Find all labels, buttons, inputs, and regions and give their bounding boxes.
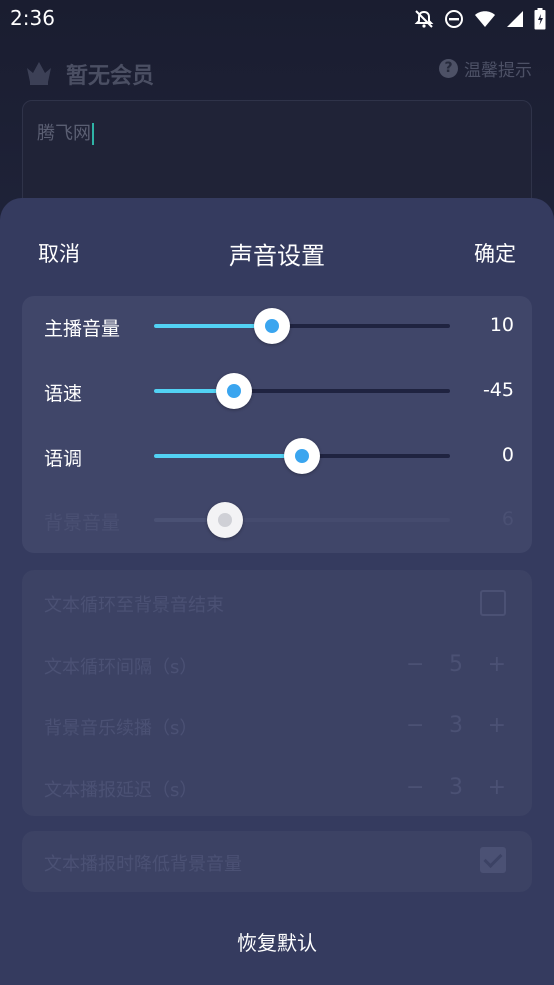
bg-continue-label: 背景音乐续播（s） bbox=[44, 718, 198, 739]
status-time: 2:36 bbox=[10, 6, 55, 30]
bg-continue-stepper: − 3 + bbox=[406, 713, 506, 739]
decrement-button[interactable]: − bbox=[406, 652, 424, 678]
slider-thumb[interactable] bbox=[215, 373, 252, 409]
slider-thumb[interactable] bbox=[284, 438, 320, 474]
lower-bg-label: 文本播报时降低背景音量 bbox=[44, 854, 242, 875]
bell-off-icon bbox=[414, 9, 434, 33]
loop-interval-row: 文本循环间隔（s） − 5 + bbox=[22, 640, 532, 690]
slider-row-anchor-volume: 主播音量 10 bbox=[22, 301, 532, 351]
do-not-disturb-icon bbox=[444, 9, 464, 33]
increment-button[interactable]: + bbox=[488, 652, 506, 678]
text-input-text: 腾飞网 bbox=[37, 123, 91, 144]
tips-link[interactable]: ? 温馨提示 bbox=[439, 56, 532, 81]
sound-settings-sheet: 取消 声音设置 确定 主播音量 10 语速 -45 语调 0 背景音量 6 文本… bbox=[0, 198, 554, 985]
sheet-header: 取消 声音设置 确定 bbox=[0, 198, 554, 298]
increment-button[interactable]: + bbox=[488, 713, 506, 739]
slider-thumb[interactable] bbox=[254, 308, 291, 344]
stepper-value: 5 bbox=[449, 652, 463, 677]
status-bar: 2:36 bbox=[0, 0, 554, 38]
slider-value: 6 bbox=[501, 508, 514, 530]
signal-icon bbox=[506, 10, 524, 32]
slider-fill bbox=[154, 454, 302, 458]
slider-value: 0 bbox=[501, 444, 514, 466]
member-status-title: 暂无会员 bbox=[66, 64, 155, 89]
restore-default-button[interactable]: 恢复默认 bbox=[0, 927, 554, 956]
help-icon: ? bbox=[439, 59, 458, 78]
crown-icon bbox=[24, 58, 54, 86]
loop-interval-label: 文本循环间隔（s） bbox=[44, 657, 198, 678]
battery-icon bbox=[534, 8, 546, 34]
lower-bg-checkbox[interactable] bbox=[480, 847, 506, 873]
slider-card: 主播音量 10 语速 -45 语调 0 背景音量 6 bbox=[22, 296, 532, 553]
stepper-value: 3 bbox=[449, 775, 463, 800]
slider-row-pitch: 语调 0 bbox=[22, 431, 532, 481]
slider-label: 背景音量 bbox=[44, 512, 121, 534]
top-bar: 暂无会员 ? 温馨提示 bbox=[0, 52, 554, 92]
slider-row-speed: 语速 -45 bbox=[22, 366, 532, 416]
lower-bg-card: 文本播报时降低背景音量 bbox=[22, 831, 532, 892]
decrement-button[interactable]: − bbox=[406, 713, 424, 739]
slider-label: 主播音量 bbox=[44, 318, 121, 340]
delay-row: 文本播报延迟（s） − 3 + bbox=[22, 763, 532, 813]
delay-stepper: − 3 + bbox=[406, 775, 506, 801]
anchor-volume-slider[interactable] bbox=[154, 308, 450, 344]
pitch-slider[interactable] bbox=[154, 438, 450, 474]
slider-row-background-volume: 背景音量 6 bbox=[22, 495, 532, 545]
slider-value: 10 bbox=[489, 314, 514, 336]
confirm-button[interactable]: 确定 bbox=[474, 238, 516, 268]
loop-options-card: 文本循环至背景音结束 文本循环间隔（s） − 5 + 背景音乐续播（s） − 3… bbox=[22, 570, 532, 816]
wifi-icon bbox=[474, 10, 496, 32]
tips-label: 温馨提示 bbox=[464, 61, 532, 81]
loop-interval-stepper: − 5 + bbox=[406, 652, 506, 678]
status-icons bbox=[414, 8, 546, 34]
sheet-title: 声音设置 bbox=[229, 242, 325, 270]
stepper-value: 3 bbox=[449, 713, 463, 738]
slider-value: -45 bbox=[482, 379, 514, 401]
delay-label: 文本播报延迟（s） bbox=[44, 780, 198, 801]
loop-to-end-row: 文本循环至背景音结束 bbox=[22, 578, 532, 628]
text-input-value: 腾飞网 bbox=[37, 119, 94, 145]
bg-continue-row: 背景音乐续播（s） − 3 + bbox=[22, 701, 532, 751]
loop-to-end-checkbox[interactable] bbox=[480, 590, 506, 616]
background-volume-slider[interactable] bbox=[154, 502, 450, 538]
speed-slider[interactable] bbox=[154, 373, 450, 409]
decrement-button[interactable]: − bbox=[406, 775, 424, 801]
slider-label: 语调 bbox=[44, 448, 83, 470]
text-caret bbox=[92, 123, 94, 145]
increment-button[interactable]: + bbox=[488, 775, 506, 801]
slider-label: 语速 bbox=[44, 383, 83, 405]
loop-to-end-label: 文本循环至背景音结束 bbox=[44, 595, 224, 616]
slider-thumb[interactable] bbox=[207, 502, 244, 538]
